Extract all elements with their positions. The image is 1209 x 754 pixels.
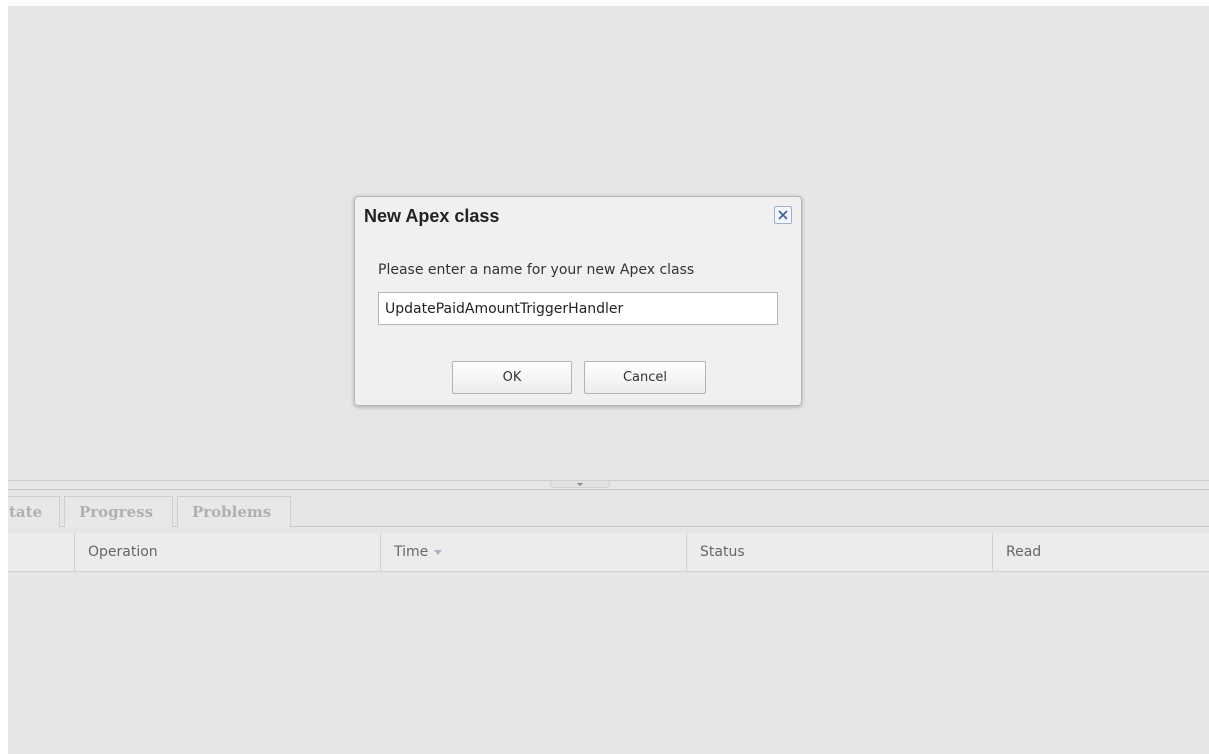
column-header-read[interactable]: Read (992, 533, 1209, 571)
ok-button[interactable]: OK (452, 361, 572, 394)
panel-splitter[interactable] (8, 480, 1209, 489)
cancel-button[interactable]: Cancel (584, 361, 706, 394)
chevron-down-icon (577, 482, 583, 486)
table-header: Operation Time Status Read (8, 533, 1209, 572)
column-header-label: Read (1006, 544, 1042, 560)
dialog-title: New Apex class (364, 206, 500, 226)
tab-state[interactable]: tate (8, 496, 60, 527)
column-header-label: Operation (88, 544, 158, 560)
column-header-label: Time (394, 544, 429, 560)
tab-problems[interactable]: Problems (177, 496, 291, 527)
tab-progress[interactable]: Progress (64, 496, 173, 527)
class-name-input[interactable] (378, 292, 778, 325)
column-header-status[interactable]: Status (686, 533, 992, 571)
bottom-panel-tabbar: tate Progress Problems (8, 489, 1209, 527)
sort-down-icon (434, 549, 443, 555)
column-header-operation[interactable]: Operation (74, 533, 380, 571)
column-header-time[interactable]: Time (380, 533, 686, 571)
column-header-blank[interactable] (8, 533, 74, 571)
close-button[interactable] (774, 206, 792, 224)
dialog-prompt: Please enter a name for your new Apex cl… (378, 262, 695, 278)
splitter-collapse-handle[interactable] (550, 481, 610, 488)
new-apex-class-dialog: New Apex class Please enter a name for y… (354, 196, 802, 406)
column-header-label: Status (700, 544, 745, 560)
close-icon (778, 210, 788, 220)
